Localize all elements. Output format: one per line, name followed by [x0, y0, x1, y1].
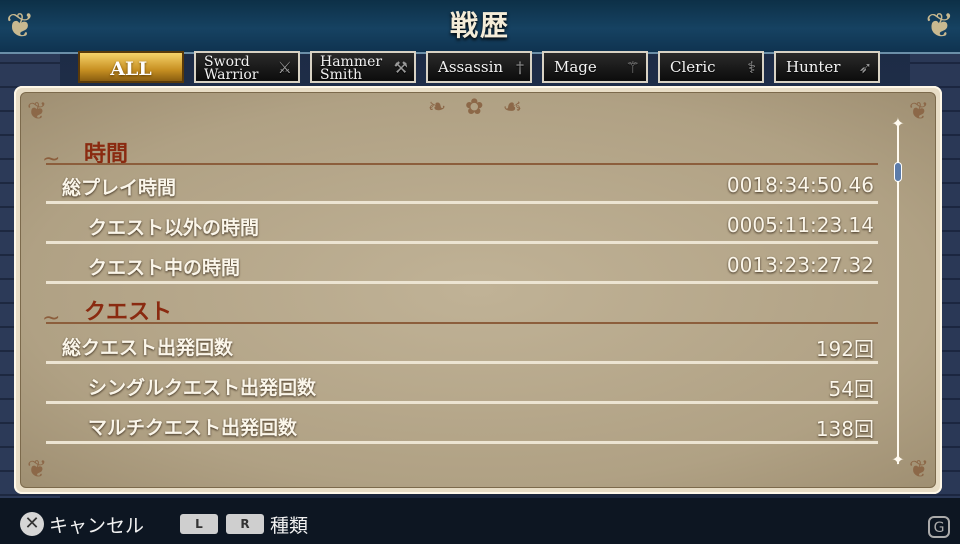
- stat-row: 総クエスト出発回数 192回: [46, 330, 878, 364]
- tab-label-line2: Smith: [320, 67, 362, 83]
- hammer-icon: ⚒: [393, 58, 408, 77]
- stat-value: 54回: [828, 377, 874, 401]
- row-underline: [46, 201, 878, 204]
- tab-sword-warrior[interactable]: Sword Warrior ⚔: [194, 51, 300, 83]
- stat-label: 総クエスト出発回数: [62, 337, 234, 359]
- scrollbar[interactable]: ✦ ✦: [891, 116, 904, 468]
- stat-label: クエスト以外の時間: [88, 217, 260, 239]
- stat-row: シングルクエスト出発回数 54回: [46, 370, 878, 404]
- bow-icon: ➶: [858, 58, 872, 77]
- stat-row: 総プレイ時間 0018:34:50.46: [46, 170, 878, 204]
- l-button[interactable]: L: [180, 514, 218, 534]
- tab-label: Mage: [554, 58, 597, 76]
- stat-value: 0018:34:50.46: [726, 173, 874, 197]
- corner-ornament-icon: ❦: [27, 455, 48, 483]
- corner-ornament-icon: ❦: [27, 97, 48, 125]
- tab-hammer-smith[interactable]: Hammer Smith ⚒: [310, 51, 416, 83]
- page-title: 戦歴: [449, 9, 510, 42]
- row-underline: [46, 361, 878, 364]
- sword-icon: ⚔: [277, 58, 292, 77]
- stat-value: 138回: [815, 417, 874, 441]
- row-underline: [46, 441, 878, 444]
- r-button[interactable]: R: [226, 514, 264, 534]
- stat-label: クエスト中の時間: [88, 257, 241, 279]
- section-divider: [42, 147, 878, 172]
- row-underline: [46, 401, 878, 404]
- stat-row: マルチクエスト出発回数 138回: [46, 410, 878, 444]
- tab-label: Hunter: [786, 58, 841, 76]
- scroll-cap-top-icon: ✦: [891, 114, 905, 133]
- kind-label: 種類: [270, 515, 309, 537]
- row-underline: [46, 241, 878, 244]
- staff-icon: ⚚: [625, 58, 640, 77]
- panel-top-ornament-icon: ❧ ✿ ☙: [427, 95, 529, 120]
- section-divider: [42, 306, 878, 331]
- watermark-logo-icon: G: [928, 516, 950, 538]
- dagger-icon: †: [516, 58, 524, 77]
- cross-button-icon[interactable]: ✕: [20, 512, 44, 536]
- tab-cleric[interactable]: Cleric ⚕: [658, 51, 764, 83]
- tab-mage[interactable]: Mage ⚚: [542, 51, 648, 83]
- mace-icon: ⚕: [747, 58, 756, 77]
- stat-label: シングルクエスト出発回数: [88, 377, 317, 399]
- stat-row: クエスト以外の時間 0005:11:23.14: [46, 210, 878, 244]
- cancel-label[interactable]: キャンセル: [49, 511, 144, 538]
- header-bar: ❦ ❦ 戦歴: [0, 0, 960, 54]
- corner-ornament-icon: ❦: [908, 455, 929, 483]
- tab-label-line2: Warrior: [204, 67, 259, 83]
- stat-label: 総プレイ時間: [62, 177, 177, 199]
- row-underline: [46, 281, 878, 284]
- tab-label: Assassin: [438, 58, 504, 76]
- tab-all[interactable]: ALL: [78, 51, 184, 83]
- stat-value: 192回: [815, 337, 874, 361]
- tab-hunter[interactable]: Hunter ➶: [774, 51, 880, 83]
- corner-ornament-icon: ❦: [908, 97, 929, 125]
- scroll-cap-bottom-icon: ✦: [891, 450, 905, 469]
- scroll-thumb[interactable]: [894, 162, 902, 182]
- stat-value: 0013:23:27.32: [726, 253, 874, 277]
- tab-label: Cleric: [670, 58, 716, 76]
- stat-label: マルチクエスト出発回数: [88, 417, 298, 439]
- stat-row: クエスト中の時間 0013:23:27.32: [46, 250, 878, 284]
- tab-assassin[interactable]: Assassin †: [426, 51, 532, 83]
- stat-value: 0005:11:23.14: [726, 213, 874, 237]
